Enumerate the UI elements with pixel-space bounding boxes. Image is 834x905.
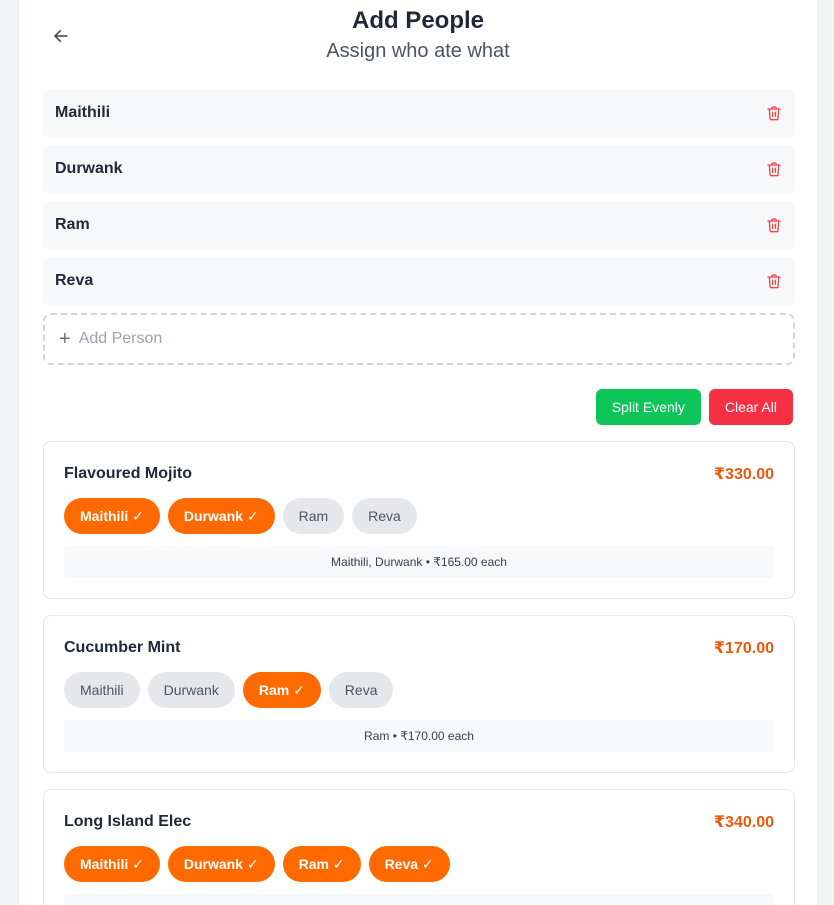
plus-icon: + xyxy=(59,328,71,350)
item-card: Cucumber Mint ₹170.00 Maithili Durwank R… xyxy=(43,615,795,773)
person-row: Ram xyxy=(43,201,795,249)
item-name: Long Island Elec xyxy=(64,813,192,830)
item-name: Flavoured Mojito xyxy=(64,465,192,482)
split-summary: Maithili, Durwank • ₹165.00 each xyxy=(64,546,774,578)
item-header: Long Island Elec ₹340.00 xyxy=(64,812,774,832)
person-chips: Maithili ✓ Durwank ✓ Ram Reva xyxy=(64,498,774,534)
split-evenly-button[interactable]: Split Evenly xyxy=(595,389,701,425)
person-chip[interactable]: Maithili ✓ xyxy=(64,846,160,882)
person-chip[interactable]: Ram ✓ xyxy=(242,672,321,708)
header: Add People Assign who ate what xyxy=(19,0,817,89)
person-chip[interactable]: Maithili ✓ xyxy=(64,498,160,534)
add-person-input[interactable]: + Add Person xyxy=(43,313,795,365)
item-header: Flavoured Mojito ₹330.00 xyxy=(64,464,774,484)
item-card: Long Island Elec ₹340.00 Maithili ✓ Durw… xyxy=(43,789,795,905)
person-name: Maithili xyxy=(55,104,111,121)
item-price: ₹170.00 xyxy=(713,640,774,657)
action-buttons: Split Evenly Clear All xyxy=(595,389,793,425)
item-price: ₹340.00 xyxy=(713,814,774,831)
item-card: Flavoured Mojito ₹330.00 Maithili ✓ Durw… xyxy=(43,441,795,599)
person-chip[interactable]: Durwank ✓ xyxy=(167,498,275,534)
item-price: ₹330.00 xyxy=(713,466,774,483)
delete-person-button[interactable] xyxy=(765,160,783,178)
person-name: Reva xyxy=(55,272,94,289)
person-chip[interactable]: Reva xyxy=(328,672,394,708)
person-name: Durwank xyxy=(55,160,123,177)
person-chip[interactable]: Reva xyxy=(352,498,417,534)
person-chip[interactable]: Maithili xyxy=(64,672,140,708)
person-name: Ram xyxy=(55,216,90,233)
delete-person-button[interactable] xyxy=(765,104,783,122)
page-title: Add People xyxy=(351,7,484,34)
trash-icon xyxy=(767,274,781,289)
trash-icon xyxy=(767,218,781,233)
person-chip[interactable]: Reva ✓ xyxy=(368,846,450,882)
person-row: Reva xyxy=(43,257,795,305)
add-people-panel: Add People Assign who ate what Maithili … xyxy=(18,0,818,905)
person-chip[interactable]: Durwank ✓ xyxy=(167,846,275,882)
page-subtitle: Assign who ate what xyxy=(326,40,510,62)
trash-icon xyxy=(767,162,781,177)
person-chip[interactable]: Durwank xyxy=(147,672,235,708)
split-summary: Ram • ₹170.00 each xyxy=(64,720,774,752)
person-chips: Maithili ✓ Durwank ✓ Ram ✓ Reva ✓ xyxy=(64,846,774,882)
item-name: Cucumber Mint xyxy=(64,639,181,656)
add-person-placeholder: Add Person xyxy=(78,330,163,347)
person-chip[interactable]: Ram ✓ xyxy=(282,846,361,882)
delete-person-button[interactable] xyxy=(765,272,783,290)
people-list: Maithili Durwank Ram Reva xyxy=(43,89,795,313)
person-row: Maithili xyxy=(43,89,795,137)
delete-person-button[interactable] xyxy=(765,216,783,234)
person-row: Durwank xyxy=(43,145,795,193)
split-summary xyxy=(64,894,774,905)
clear-all-button[interactable]: Clear All xyxy=(708,389,793,425)
person-chips: Maithili Durwank Ram ✓ Reva xyxy=(64,672,774,708)
item-header: Cucumber Mint ₹170.00 xyxy=(64,638,774,658)
person-chip[interactable]: Ram xyxy=(282,498,345,534)
trash-icon xyxy=(767,106,781,121)
